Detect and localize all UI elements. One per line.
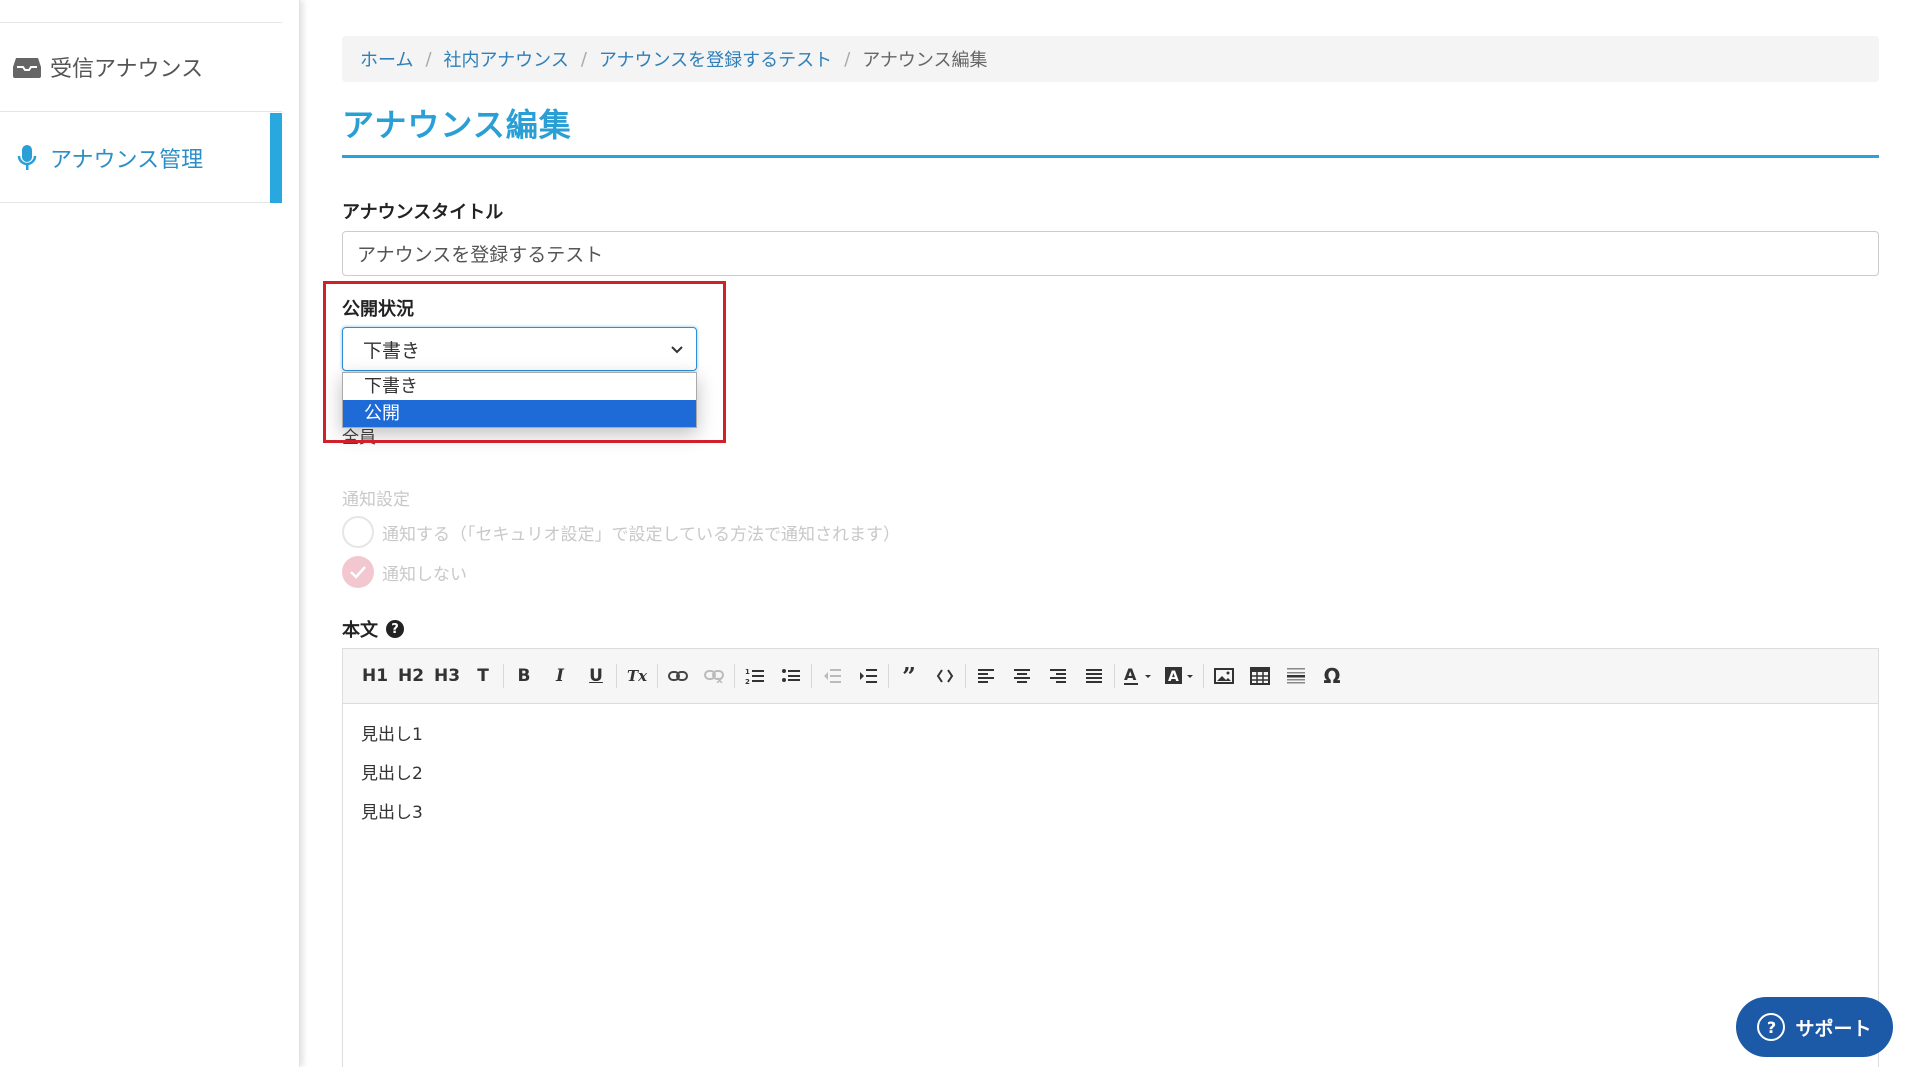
toolbar-separator [811,664,812,688]
svg-text:A: A [1168,669,1179,685]
status-selected-value: 下書き [363,339,421,362]
heading3-button[interactable]: H3 [429,658,465,694]
breadcrumb: ホーム / 社内アナウンス / アナウンスを登録するテスト / アナウンス編集 [342,36,1879,82]
breadcrumb-separator: / [580,48,587,70]
status-option-draft[interactable]: 下書き [343,373,696,400]
notify-option-label: 通知しない [382,564,467,585]
status-select[interactable]: 下書き [342,327,697,371]
align-center-icon[interactable] [1004,658,1040,694]
align-left-icon[interactable] [968,658,1004,694]
clear-format-button[interactable]: Tx [619,658,655,694]
status-option-publish[interactable]: 公開 [343,400,696,427]
underline-button[interactable]: U [578,658,614,694]
sidebar-item-label: 受信アナウンス [50,56,204,82]
text-color-icon[interactable]: A [1117,658,1159,694]
radio-checked-icon [342,556,374,588]
status-label: 公開状況 [342,299,414,320]
breadcrumb-separator: / [425,48,432,70]
title-label: アナウンスタイトル [342,202,504,223]
toolbar-separator [965,664,966,688]
quote-button[interactable]: ” [891,658,927,694]
heading2-button[interactable]: H2 [393,658,429,694]
unlink-icon[interactable] [696,658,732,694]
breadcrumb-home[interactable]: ホーム [360,46,413,72]
breadcrumb-announcement-item[interactable]: アナウンスを登録するテスト [599,46,832,72]
toolbar-separator [1203,664,1204,688]
microphone-icon [12,143,42,173]
outdent-icon[interactable] [814,658,850,694]
italic-button[interactable]: I [542,658,578,694]
align-justify-icon[interactable] [1076,658,1112,694]
radio-unchecked-icon [342,516,374,548]
body-label: 本文 ? [342,616,404,642]
toolbar-separator [1114,664,1115,688]
notify-option-none[interactable]: 通知しない [342,556,467,588]
question-icon: ? [1757,1013,1786,1041]
breadcrumb-announcements[interactable]: 社内アナウンス [444,46,569,72]
toolbar-separator [657,664,658,688]
indent-icon[interactable] [850,658,886,694]
inbox-icon [12,52,42,82]
status-dropdown: 下書き 公開 [342,372,697,428]
text-style-button[interactable]: T [465,658,501,694]
table-icon[interactable] [1242,658,1278,694]
align-right-icon[interactable] [1040,658,1076,694]
sidebar: 受信アナウンス アナウンス管理 [0,0,300,1067]
notify-option-label: 通知する（「セキュリオ設定」で設定している方法で通知されます） [382,524,900,545]
support-button[interactable]: ? サポート [1736,997,1893,1057]
image-icon[interactable] [1206,658,1242,694]
breadcrumb-separator: / [844,48,851,70]
special-char-icon[interactable]: Ω [1314,658,1350,694]
editor-toolbar: H1 H2 H3 T B I U Tx 12 ” A A Ω [343,649,1878,704]
ordered-list-icon[interactable]: 12 [737,658,773,694]
rich-text-editor: H1 H2 H3 T B I U Tx 12 ” A A Ω 見出し1 見出し2… [342,648,1879,1067]
body-label-text: 本文 [342,620,378,641]
code-icon[interactable] [927,658,963,694]
svg-text:2: 2 [745,678,750,685]
svg-text:1: 1 [745,668,750,676]
heading1-button[interactable]: H1 [357,658,393,694]
editor-line: 見出し1 [361,725,423,745]
toolbar-separator [888,664,889,688]
notify-label: 通知設定 [342,490,410,510]
sidebar-item-label: アナウンス管理 [50,147,204,173]
title-divider [342,155,1879,158]
horizontal-rule-icon[interactable] [1278,658,1314,694]
toolbar-separator [616,664,617,688]
title-input[interactable]: アナウンスを登録するテスト [342,231,1879,276]
editor-content[interactable]: 見出し1 見出し2 見出し3 [343,704,1878,857]
bullet-list-icon[interactable] [773,658,809,694]
toolbar-separator [734,664,735,688]
bold-button[interactable]: B [506,658,542,694]
sidebar-item-announce-manage[interactable]: アナウンス管理 [0,113,282,203]
page-title: アナウンス編集 [342,106,572,144]
notify-option-send[interactable]: 通知する（「セキュリオ設定」で設定している方法で通知されます） [342,516,900,548]
svg-text:A: A [1124,666,1137,684]
chevron-down-icon [671,346,683,354]
editor-line: 見出し3 [361,803,423,823]
sidebar-item-inbox[interactable]: 受信アナウンス [0,22,282,112]
editor-line: 見出し2 [361,764,423,784]
background-color-icon[interactable]: A [1159,658,1201,694]
link-icon[interactable] [660,658,696,694]
support-label: サポート [1795,1017,1872,1040]
breadcrumb-current: アナウンス編集 [862,50,988,71]
toolbar-separator [503,664,504,688]
help-icon[interactable]: ? [386,620,404,638]
